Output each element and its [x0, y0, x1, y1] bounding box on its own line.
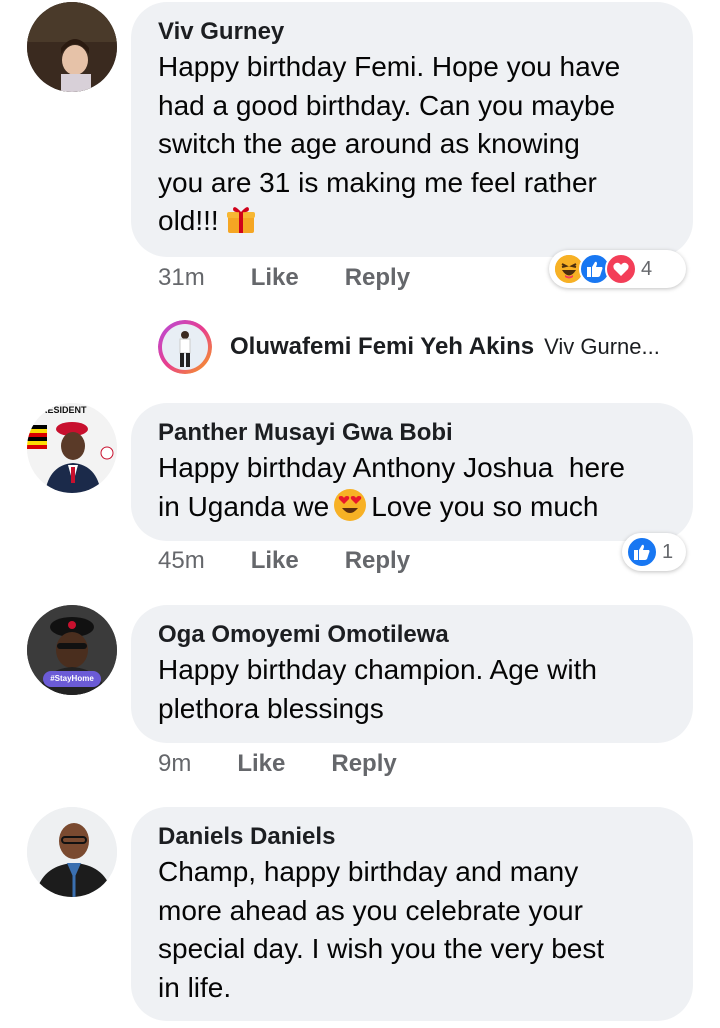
- reaction-summary[interactable]: 1: [622, 533, 686, 571]
- comment-line: Champ, happy birthday and many: [158, 856, 579, 887]
- comment-line: plethora blessings: [158, 692, 384, 724]
- reply-button[interactable]: Reply: [345, 264, 410, 292]
- reply-author[interactable]: Oluwafemi Femi Yeh Akins: [230, 333, 534, 361]
- avatar-daniels-daniels[interactable]: [27, 807, 117, 897]
- reply-snippet[interactable]: Viv Gurne...: [544, 334, 660, 360]
- reply-button[interactable]: Reply: [345, 547, 410, 575]
- reply-preview[interactable]: Oluwafemi Femi Yeh Akins Viv Gurne...: [158, 320, 660, 374]
- gift-emoji-icon: [225, 203, 257, 235]
- comment-line: in Uganda we Love you so much: [158, 488, 667, 527]
- comment-line: Happy birthday champion. Age with: [158, 654, 597, 685]
- reply-button[interactable]: Reply: [331, 750, 396, 778]
- comment-line: you are 31 is making me feel rather: [158, 166, 597, 198]
- like-button[interactable]: Like: [251, 547, 299, 575]
- comment-author[interactable]: Daniels Daniels: [158, 821, 667, 853]
- comment-author[interactable]: Viv Gurney: [158, 16, 667, 48]
- comment-text: Champ, happy birthday and many more ahea…: [158, 853, 667, 1007]
- avatar-caption: PRESIDENT: [35, 405, 87, 415]
- heart-eyes-emoji-icon: [333, 488, 367, 522]
- comment-line: more ahead as you celebrate your: [158, 894, 583, 926]
- comment-line: old!!!: [158, 202, 667, 241]
- comment-line: Happy birthday Femi. Hope you have: [158, 51, 621, 82]
- comment-bubble: Oga Omoyemi Omotilewa Happy birthday cha…: [131, 605, 693, 743]
- comment-bubble: Daniels Daniels Champ, happy birthday an…: [131, 807, 693, 1021]
- comment-timestamp[interactable]: 45m: [158, 547, 205, 575]
- comment-author[interactable]: Oga Omoyemi Omotilewa: [158, 619, 667, 651]
- like-button[interactable]: Like: [251, 264, 299, 292]
- comment-line: Happy birthday Anthony Joshua here: [158, 452, 625, 483]
- comment-timestamp[interactable]: 31m: [158, 264, 205, 292]
- avatar-panther-musayi[interactable]: PRESIDENT: [27, 403, 117, 493]
- comment-line: special day. I wish you the very best: [158, 933, 605, 964]
- comment-line-text: Love you so much: [371, 490, 599, 522]
- comment-text: Happy birthday Anthony Joshua here in Ug…: [158, 449, 667, 526]
- like-icon: [626, 536, 658, 568]
- avatar-oga-omoyemi[interactable]: #StayHome: [27, 605, 117, 695]
- avatar-caption: #StayHome: [50, 674, 94, 683]
- comment-text: Happy birthday champion. Age with pletho…: [158, 651, 667, 728]
- comment-text: Happy birthday Femi. Hope you have had a…: [158, 48, 667, 241]
- comment-line: had a good birthday. Can you maybe: [158, 89, 616, 121]
- love-icon: [605, 253, 637, 285]
- comment-meta: 45m Like Reply: [158, 547, 410, 575]
- comment-meta: 31m Like Reply: [158, 264, 410, 292]
- reaction-summary[interactable]: 4: [549, 250, 686, 288]
- avatar-viv-gurney[interactable]: [27, 2, 117, 92]
- comment-line: switch the age around as knowing: [158, 128, 580, 159]
- comment-author[interactable]: Panther Musayi Gwa Bobi: [158, 417, 667, 449]
- comment-bubble: Panther Musayi Gwa Bobi Happy birthday A…: [131, 403, 693, 541]
- comment-meta: 9m Like Reply: [158, 750, 397, 778]
- comment-timestamp[interactable]: 9m: [158, 750, 191, 778]
- comment-line: in life.: [158, 971, 232, 1003]
- reaction-count: 1: [662, 540, 674, 563]
- comment-line-text: in Uganda we: [158, 490, 330, 522]
- avatar-oluwafemi[interactable]: [158, 320, 212, 374]
- reaction-count: 4: [641, 257, 653, 280]
- comment-line-text: old!!!: [158, 205, 219, 236]
- comment-bubble: Viv Gurney Happy birthday Femi. Hope you…: [131, 2, 693, 257]
- like-button[interactable]: Like: [237, 750, 285, 778]
